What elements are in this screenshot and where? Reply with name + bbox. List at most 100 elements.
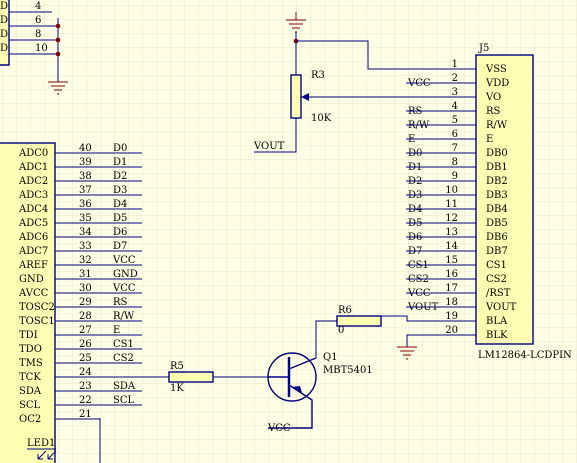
header-row-pin: 6	[35, 15, 41, 26]
mcu-pin-name: TDI	[19, 330, 38, 341]
header-row-pin: 4	[35, 1, 41, 12]
mcu-pin-name: TOSC1	[19, 316, 55, 327]
junction-dot	[55, 51, 61, 57]
mcu-pin-number: 21	[79, 409, 92, 420]
lcd-pin-number: 11	[445, 199, 458, 210]
lcd-pin-name: DB3	[486, 190, 508, 201]
mcu-pin-name: ADC1	[18, 162, 48, 173]
lcd-pin-name: DB4	[486, 204, 508, 215]
mcu-pin-name: ADC5	[18, 218, 48, 229]
lcd-pin-number: 10	[445, 185, 458, 196]
lcd-pin-number: 7	[452, 143, 458, 154]
mcu-pin-net-label: D7	[113, 241, 127, 252]
header-row-prefix: D	[0, 29, 8, 40]
mcu-pin-number: 29	[79, 297, 92, 308]
junction-dot	[55, 23, 61, 29]
lcd-pin-number: 6	[452, 129, 458, 140]
lcd-pin-name: VO	[485, 92, 501, 103]
lcd-pin-number: 3	[452, 87, 458, 98]
mcu-pin-number: 36	[79, 199, 92, 210]
header-row-prefix: D	[0, 15, 8, 26]
lcd-pin-name: E	[486, 134, 493, 145]
mcu-pin-name: AVCC	[18, 288, 49, 299]
mcu-pin-net-label: GND	[113, 269, 138, 280]
lcd-pin-number: 8	[452, 157, 458, 168]
mcu-pin-net-label: CS2	[113, 353, 134, 364]
mcu-pin-name: SDA	[19, 386, 42, 397]
lcd-pin-number: 2	[452, 73, 458, 84]
mcu-pin-name: ADC4	[18, 204, 48, 215]
mcu-pin-name: ADC3	[18, 190, 48, 201]
lcd-pin-number: 20	[445, 325, 458, 336]
lcd-pin-number: 14	[445, 241, 458, 252]
lcd-pin-name: R/W	[486, 120, 508, 131]
mcu-pin-net-label: D6	[113, 227, 127, 238]
mcu-pin-number: 34	[79, 227, 92, 238]
lcd-pin-name: CS2	[486, 274, 507, 285]
mcu-pin-number: 24	[79, 367, 92, 378]
lcd-pin-name: DB6	[486, 232, 508, 243]
lcd-pin-name: VOUT	[485, 302, 517, 313]
lcd-pin-name: DB0	[486, 148, 508, 159]
lcd-pin-name: DB1	[486, 162, 508, 173]
mcu-pin-net-label: D0	[113, 143, 127, 154]
mcu-pin-number: 26	[79, 339, 92, 350]
mcu-pin-number: 31	[79, 269, 92, 280]
r5-value: 1K	[170, 383, 184, 394]
mcu-pin-net-label: SDA	[113, 381, 136, 392]
lcd-pin-number: 5	[452, 115, 458, 126]
mcu-pin-net-label: CS1	[113, 339, 134, 350]
r6-value: 0	[338, 325, 344, 336]
lcd-pin-name: /RST	[486, 288, 511, 299]
lcd-pin-name: CS1	[486, 260, 507, 271]
lcd-pin-name: BLK	[486, 330, 508, 341]
mcu-pin-net-label: R/W	[113, 311, 135, 322]
mcu-pin-name: ADC7	[18, 246, 48, 257]
header-row-pin: 10	[35, 43, 48, 54]
mcu-pin-name: ADC6	[18, 232, 48, 243]
schematic-canvas: D 4 D 6 D 8 D 10 ADC0 40 D0 ADC1 39 D1 ADC2 38	[0, 0, 577, 463]
r3-designator: R3	[311, 70, 325, 81]
lcd-pin-number: 19	[445, 311, 458, 322]
r3-value: 10K	[311, 113, 332, 124]
lcd-part-name: LM12864-LCDPIN	[478, 350, 572, 361]
mcu-pin-net-label: D2	[113, 171, 127, 182]
mcu-pin-number: 25	[79, 353, 92, 364]
mcu-pin-number: 39	[79, 157, 92, 168]
lcd-pin-name: BLA	[486, 316, 508, 327]
mcu-pin-name: TMS	[19, 358, 43, 369]
mcu-pin-name: ADC0	[18, 148, 48, 159]
mcu-pin-number: 23	[79, 381, 92, 392]
led-label: LED1	[27, 438, 55, 449]
schematic-drawing: D 4 D 6 D 8 D 10 ADC0 40 D0ADC1 39 D1ADC2 38	[0, 0, 577, 463]
r6-designator: R6	[338, 305, 352, 316]
r3-body	[290, 74, 302, 119]
mcu-pin-net-label: D1	[113, 157, 127, 168]
mcu-pin-list: ADC0 40 D0 ADC1 39 D1 ADC2 38 D2 ADC3 37 D3 ADC4 36 D4…	[18, 143, 142, 425]
lcd-pin-number: 15	[445, 255, 458, 266]
mcu-pin-number: 35	[79, 213, 92, 224]
lcd-pin-name: VSS	[485, 64, 507, 75]
mcu-pin-name: OC2	[19, 414, 41, 425]
q1-part: MBT5401	[323, 365, 373, 376]
mcu-pin-number: 22	[79, 395, 92, 406]
mcu-pin-net-label: D5	[113, 213, 127, 224]
lcd-pin-name: VDD	[485, 78, 509, 89]
lcd-pin-number: 13	[445, 227, 458, 238]
mcu-pin-number: 38	[79, 171, 92, 182]
mcu-pin-name: ADC2	[18, 176, 48, 187]
lcd-designator: J5	[478, 43, 489, 54]
header-row-prefix: D	[0, 43, 8, 54]
mcu-pin-net-label: D3	[113, 185, 127, 196]
lcd-pin-number: 18	[445, 297, 458, 308]
mcu-pin-net-label: E	[113, 325, 120, 336]
mcu-pin-name: TCK	[19, 372, 41, 383]
mcu-pin-number: 37	[79, 185, 92, 196]
mcu-pin-net-label: D4	[113, 199, 127, 210]
mcu-pin-net-label: VCC	[112, 255, 136, 266]
header-row-prefix: D	[0, 1, 8, 12]
mcu-pin-name: AREF	[18, 260, 48, 271]
mcu-pin-net-label: SCL	[113, 395, 135, 406]
header-row-pin: 8	[35, 29, 41, 40]
mcu-pin-name: TOSC2	[19, 302, 55, 313]
